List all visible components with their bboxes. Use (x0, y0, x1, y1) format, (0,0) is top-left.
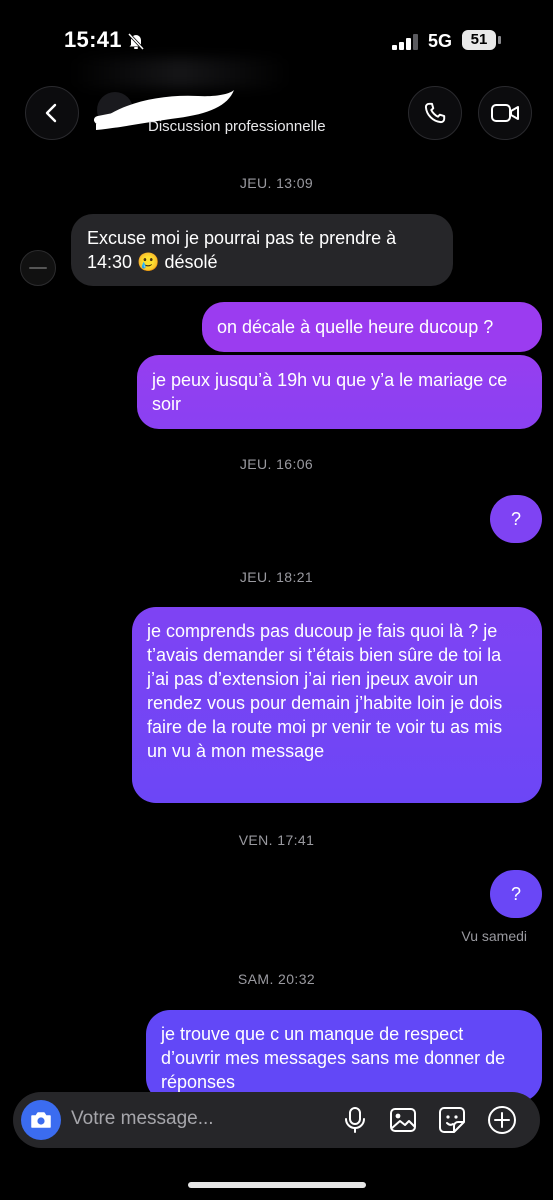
call-button[interactable] (408, 86, 462, 140)
video-icon (491, 104, 519, 122)
mic-icon (345, 1107, 365, 1133)
timestamp: JEU. 16:06 (239, 456, 314, 472)
message-outgoing[interactable]: on décale à quelle heure ducoup ? (202, 302, 542, 352)
home-indicator[interactable] (188, 1182, 366, 1188)
status-time: 15:41 (64, 27, 122, 52)
camera-icon (31, 1112, 51, 1128)
chat-subtitle: Discussion professionnelle (148, 118, 326, 135)
camera-button[interactable] (21, 1100, 61, 1140)
timestamp: VEN. 17:41 (238, 832, 315, 848)
timestamp: JEU. 18:21 (239, 569, 314, 585)
seen-status: Vu samedi (461, 928, 527, 944)
message-outgoing[interactable]: je comprends pas ducoup je fais quoi là … (132, 607, 542, 803)
timestamp: JEU. 13:09 (239, 175, 314, 191)
phone-icon (424, 102, 446, 124)
message-outgoing[interactable]: je trouve que c un manque de respect d’o… (146, 1010, 542, 1102)
add-button[interactable] (487, 1105, 517, 1135)
mic-button[interactable] (340, 1105, 370, 1135)
battery-icon: 51 (462, 30, 501, 50)
message-incoming[interactable]: Excuse moi je pourrai pas te prendre à 1… (71, 214, 453, 286)
plus-icon (488, 1106, 516, 1134)
network-label: 5G (428, 31, 453, 51)
message-input[interactable]: Votre message... (71, 1108, 214, 1130)
message-outgoing[interactable]: ? (490, 495, 542, 543)
image-icon (390, 1108, 416, 1132)
sticker-button[interactable] (437, 1105, 467, 1135)
bell-off-icon (127, 32, 145, 51)
back-button[interactable] (25, 86, 79, 140)
timestamp: SAM. 20:32 (237, 971, 316, 987)
battery-level: 51 (470, 31, 488, 48)
back-chevron-icon (45, 103, 57, 123)
sticker-icon (439, 1107, 465, 1133)
video-call-button[interactable] (478, 86, 532, 140)
signal-icon (392, 34, 418, 50)
sender-avatar[interactable] (20, 250, 56, 286)
message-outgoing[interactable]: ? (490, 870, 542, 918)
message-outgoing[interactable]: je peux jusqu’à 19h vu que y’a le mariag… (137, 355, 542, 429)
gallery-button[interactable] (388, 1105, 418, 1135)
